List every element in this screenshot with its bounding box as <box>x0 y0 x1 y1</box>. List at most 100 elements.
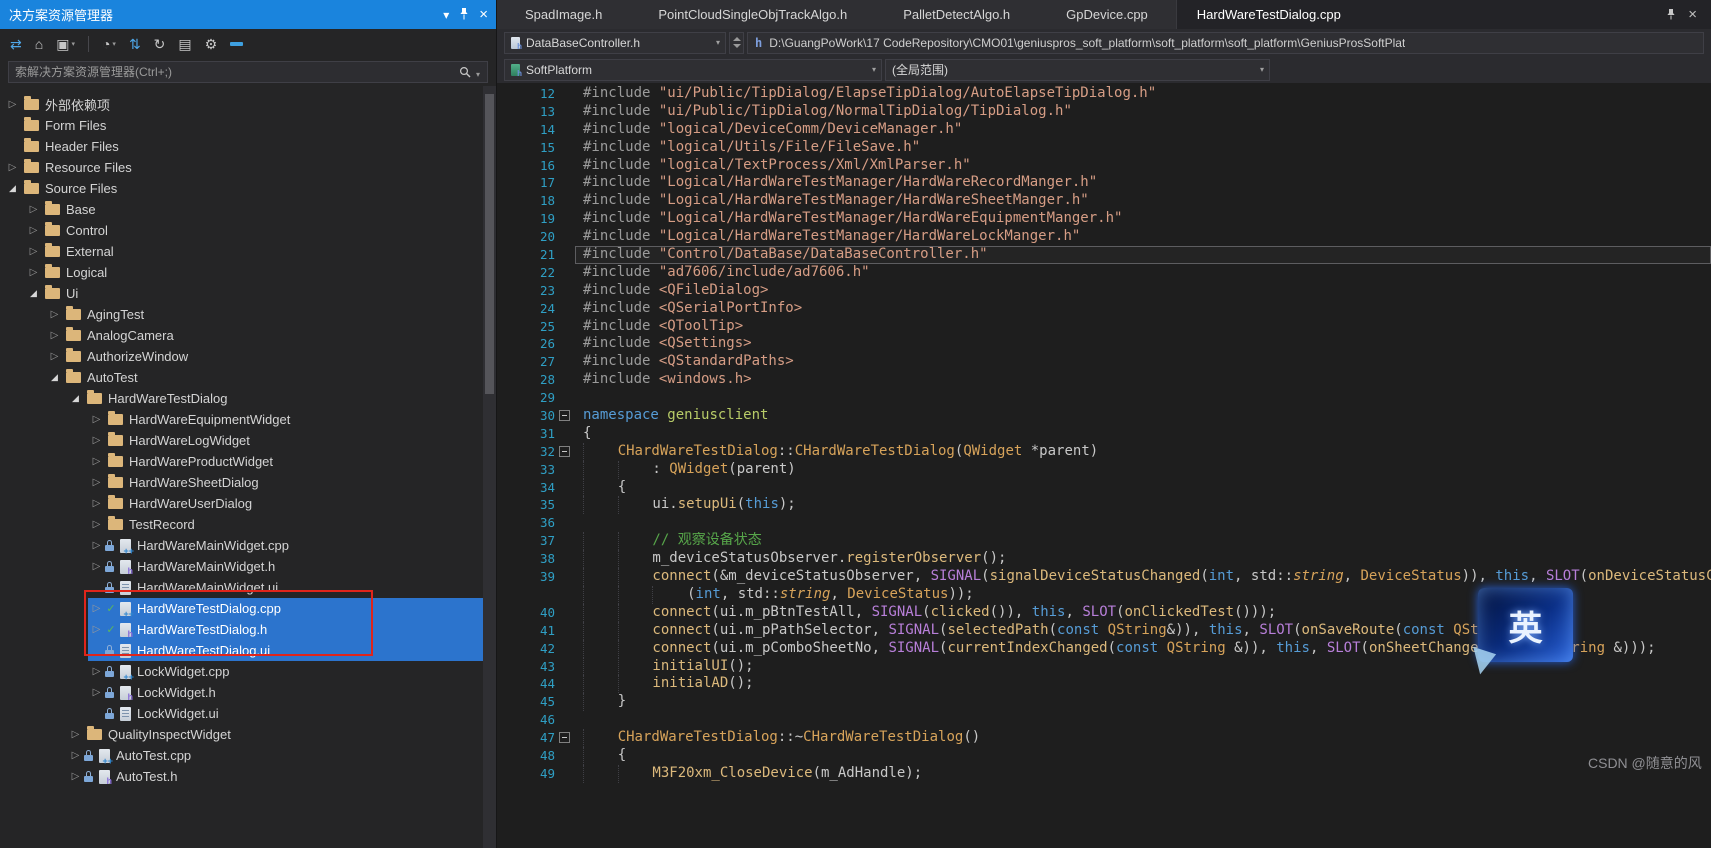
tree-scrollbar[interactable] <box>483 86 496 848</box>
tree-item-HardWareTestDialog.h[interactable]: ▷✓ HardWareTestDialog.h <box>0 619 496 640</box>
tree-item-AgingTest[interactable]: ▷ AgingTest <box>0 304 496 325</box>
tree-item-外部依赖项[interactable]: ▷ 外部依赖项 <box>0 94 496 115</box>
expand-arrow-icon[interactable]: ▷ <box>88 661 105 682</box>
back-forward-icon[interactable]: ⇄ <box>10 37 22 51</box>
tree-item-Control[interactable]: ▷ Control <box>0 220 496 241</box>
tree-item-External[interactable]: ▷ External <box>0 241 496 262</box>
tree-item-TestRecord[interactable]: ▷ TestRecord <box>0 514 496 535</box>
tab-GpDevice.cpp[interactable]: GpDevice.cpp <box>1038 0 1176 29</box>
chevron-down-icon[interactable]: ▾ <box>443 9 449 21</box>
tree-item-Resource Files[interactable]: ▷ Resource Files <box>0 157 496 178</box>
pin-icon[interactable] <box>1666 9 1676 20</box>
tree-item-LockWidget.cpp[interactable]: ▷ LockWidget.cpp <box>0 661 496 682</box>
expand-arrow-icon[interactable]: ▷ <box>88 598 105 619</box>
spinner-up-icon[interactable] <box>732 37 741 41</box>
expand-arrow-icon[interactable]: ▷ <box>4 157 21 178</box>
collapse-arrow-icon[interactable]: ◢ <box>4 178 21 199</box>
expand-arrow-icon[interactable]: ▷ <box>88 493 105 514</box>
tab-PointCloudSingleObjTrackAlgo.h[interactable]: PointCloudSingleObjTrackAlgo.h <box>630 0 875 29</box>
expand-arrow-icon[interactable]: ▷ <box>25 241 42 262</box>
fold-marker[interactable] <box>555 729 575 747</box>
code-text: { <box>575 478 1711 497</box>
tree-item-HardWareTestDialog[interactable]: ◢ HardWareTestDialog <box>0 388 496 409</box>
sync-with-active-document-icon[interactable]: ⇅ <box>129 37 141 51</box>
tree-item-HardWareTestDialog.cpp[interactable]: ▷✓ HardWareTestDialog.cpp <box>0 598 496 619</box>
expand-arrow-icon[interactable]: ▷ <box>25 262 42 283</box>
close-icon[interactable]: × <box>1684 6 1701 23</box>
member-dropdown[interactable]: DataBaseController.h ▾ <box>504 31 726 54</box>
expand-arrow-icon[interactable]: ▷ <box>46 304 63 325</box>
home-icon[interactable]: ⌂ <box>35 37 43 51</box>
expand-arrow-icon[interactable]: ▷ <box>67 724 84 745</box>
expand-arrow-icon[interactable]: ▷ <box>88 514 105 535</box>
tree-item-HardWareTestDialog.ui[interactable]: HardWareTestDialog.ui <box>0 640 496 661</box>
search-icon[interactable] <box>459 65 471 83</box>
search-input[interactable] <box>8 61 488 83</box>
tree-item-AutoTest[interactable]: ◢ AutoTest <box>0 367 496 388</box>
project-dropdown[interactable]: SoftPlatform ▾ <box>504 58 882 81</box>
expand-arrow-icon[interactable]: ▷ <box>25 199 42 220</box>
properties-wrench-icon[interactable]: ⚙ <box>205 37 218 51</box>
tree-item-LockWidget.ui[interactable]: LockWidget.ui <box>0 703 496 724</box>
close-icon[interactable]: × <box>479 7 488 22</box>
tab-HardWareTestDialog.cpp[interactable]: HardWareTestDialog.cpp × <box>1175 0 1711 29</box>
fold-margin <box>555 586 575 604</box>
tree-item-AutoTest.h[interactable]: ▷ AutoTest.h <box>0 766 496 787</box>
tree-item-Base[interactable]: ▷ Base <box>0 199 496 220</box>
expand-arrow-icon[interactable]: ▷ <box>67 745 84 766</box>
pending-changes-filter-icon[interactable]: ◔ ▾ <box>102 37 116 51</box>
tree-item-HardWareMainWidget.h[interactable]: ▷ HardWareMainWidget.h <box>0 556 496 577</box>
expand-arrow-icon[interactable]: ▷ <box>88 682 105 703</box>
tab-PalletDetectAlgo.h[interactable]: PalletDetectAlgo.h <box>875 0 1038 29</box>
tree-item-HardWareEquipmentWidget[interactable]: ▷ HardWareEquipmentWidget <box>0 409 496 430</box>
search-options-chevron-icon[interactable]: ▾ <box>476 70 480 79</box>
tree-item-AutoTest.cpp[interactable]: ▷ AutoTest.cpp <box>0 745 496 766</box>
expand-arrow-icon[interactable]: ▷ <box>25 220 42 241</box>
tree-item-HardWareMainWidget.ui[interactable]: HardWareMainWidget.ui <box>0 577 496 598</box>
tree-item-Form Files[interactable]: Form Files <box>0 115 496 136</box>
tree-item-Header Files[interactable]: Header Files <box>0 136 496 157</box>
fold-marker[interactable] <box>555 443 575 461</box>
collapse-arrow-icon[interactable]: ◢ <box>67 388 84 409</box>
tab-SpadImage.h[interactable]: SpadImage.h <box>497 0 630 29</box>
pin-icon[interactable] <box>459 7 469 22</box>
expand-arrow-icon[interactable]: ▷ <box>67 766 84 787</box>
expand-arrow-icon[interactable]: ▷ <box>88 556 105 577</box>
code-editor[interactable]: 12 #include "ui/Public/TipDialog/ElapseTi… <box>497 83 1711 848</box>
expand-arrow-icon[interactable]: ▷ <box>88 409 105 430</box>
tree-item-AnalogCamera[interactable]: ▷ AnalogCamera <box>0 325 496 346</box>
tree-item-HardWareUserDialog[interactable]: ▷ HardWareUserDialog <box>0 493 496 514</box>
switch-views-icon[interactable]: ▣ ▾ <box>56 37 75 51</box>
tree-item-HardWareSheetDialog[interactable]: ▷ HardWareSheetDialog <box>0 472 496 493</box>
scope-dropdown[interactable]: (全局范围) ▾ <box>885 58 1270 81</box>
tree-item-Logical[interactable]: ▷ Logical <box>0 262 496 283</box>
ime-overlay[interactable]: 英 <box>1478 588 1573 662</box>
nav-spinner[interactable] <box>729 31 744 54</box>
expand-arrow-icon[interactable]: ▷ <box>88 535 105 556</box>
expand-arrow-icon[interactable]: ▷ <box>46 325 63 346</box>
tree-item-QualityInspectWidget[interactable]: ▷ QualityInspectWidget <box>0 724 496 745</box>
tree-item-AuthorizeWindow[interactable]: ▷ AuthorizeWindow <box>0 346 496 367</box>
collapse-all-icon[interactable]: ▤ <box>178 37 191 51</box>
panel-title-bar[interactable]: 决方案资源管理器 ▾ × <box>0 0 496 29</box>
fold-marker[interactable] <box>555 407 575 425</box>
expand-arrow-icon[interactable]: ▷ <box>88 451 105 472</box>
expand-arrow-icon[interactable]: ▷ <box>46 346 63 367</box>
collapse-arrow-icon[interactable]: ◢ <box>46 367 63 388</box>
tree-item-HardWareProductWidget[interactable]: ▷ HardWareProductWidget <box>0 451 496 472</box>
collapse-arrow-icon[interactable]: ◢ <box>25 283 42 304</box>
tree-item-LockWidget.h[interactable]: ▷ LockWidget.h <box>0 682 496 703</box>
tree-item-HardWareLogWidget[interactable]: ▷ HardWareLogWidget <box>0 430 496 451</box>
tree-item-Source Files[interactable]: ◢ Source Files <box>0 178 496 199</box>
refresh-icon[interactable]: ↻ <box>154 37 166 51</box>
expand-arrow-icon[interactable]: ▷ <box>88 430 105 451</box>
blue-dash-icon[interactable] <box>230 42 244 46</box>
expand-arrow-icon[interactable]: ▷ <box>88 619 105 640</box>
spinner-down-icon[interactable] <box>732 44 741 48</box>
expand-arrow-icon[interactable]: ▷ <box>88 472 105 493</box>
file-path-bar[interactable]: h D:\GuangPoWork\17 CodeRepository\CMO01… <box>747 31 1704 54</box>
tree-item-HardWareMainWidget.cpp[interactable]: ▷ HardWareMainWidget.cpp <box>0 535 496 556</box>
scrollbar-thumb[interactable] <box>485 94 494 394</box>
tree-item-Ui[interactable]: ◢ Ui <box>0 283 496 304</box>
expand-arrow-icon[interactable]: ▷ <box>4 94 21 115</box>
